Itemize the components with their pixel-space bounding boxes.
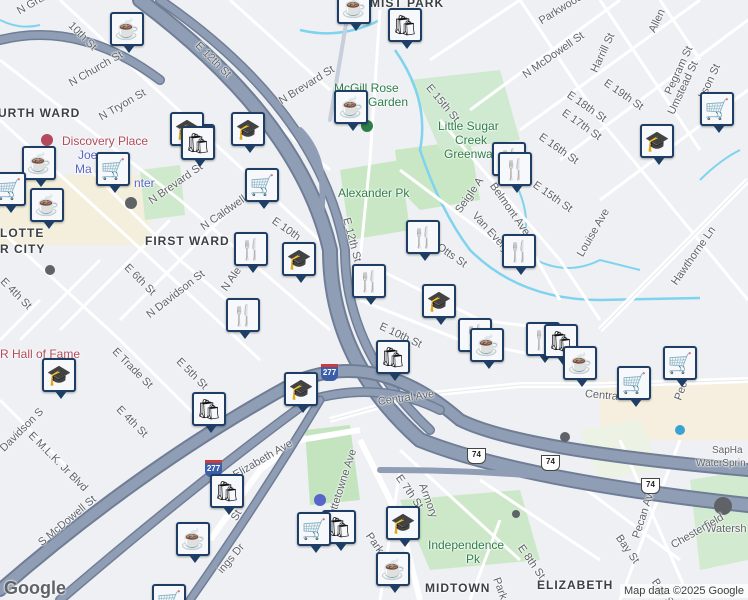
cafe-icon: ☕ bbox=[34, 194, 60, 217]
map-marker[interactable]: 🎓 bbox=[422, 284, 456, 325]
map-attribution[interactable]: Map data ©2025 Google bbox=[619, 584, 748, 598]
map-marker[interactable]: 🎓 bbox=[386, 506, 420, 547]
grocery-cart-icon: 🛒 bbox=[667, 352, 693, 375]
map-marker[interactable]: 🛍 bbox=[210, 474, 244, 515]
map-marker[interactable]: 🍴 bbox=[226, 298, 260, 339]
park-label-greenway: Greenwa bbox=[444, 147, 493, 161]
poi-label-ma: Ma bbox=[75, 162, 92, 176]
map-marker[interactable]: 🍴 bbox=[502, 234, 536, 275]
restaurant-icon: 🍴 bbox=[356, 270, 382, 293]
shopping-bag-icon: 🛍 bbox=[214, 480, 240, 503]
cafe-icon: ☕ bbox=[474, 334, 500, 357]
grocery-cart-icon: 🛒 bbox=[100, 158, 126, 181]
cafe-icon: ☕ bbox=[114, 18, 140, 41]
poi-label-joe: Joe bbox=[78, 148, 98, 162]
school-icon: 🎓 bbox=[426, 290, 452, 313]
poi-label-discovery-place[interactable]: Discovery Place bbox=[62, 134, 148, 148]
area-label-elizabeth: ELIZABETH bbox=[537, 578, 614, 592]
shopping-bag-icon: 🛍 bbox=[380, 346, 406, 369]
map-marker[interactable]: ☕ bbox=[176, 522, 210, 563]
map-marker[interactable]: 🎓 bbox=[640, 124, 674, 165]
shopping-bag-icon: 🛍 bbox=[392, 14, 418, 37]
map-marker[interactable]: 🛒 bbox=[0, 172, 26, 213]
map-marker[interactable]: 🛒 bbox=[617, 366, 651, 407]
restaurant-icon: 🍴 bbox=[410, 226, 436, 249]
cafe-icon: ☕ bbox=[338, 96, 364, 119]
cafe-icon: ☕ bbox=[26, 152, 52, 175]
poi-label-nter: nter bbox=[134, 176, 155, 190]
us-74-shield-3: 74 bbox=[641, 478, 660, 494]
map-marker[interactable]: ☕ bbox=[470, 328, 504, 369]
us-74-shield: 74 bbox=[467, 448, 486, 464]
park-label-little-sugar: Little Sugar bbox=[438, 119, 499, 133]
map-canvas[interactable]: URTH WARD FIRST WARD LOTTE R CITY MIDTOW… bbox=[0, 0, 748, 600]
school-icon: 🎓 bbox=[235, 118, 261, 141]
grocery-cart-icon: 🛒 bbox=[704, 98, 730, 121]
school-icon: 🎓 bbox=[644, 130, 670, 153]
map-marker[interactable]: 🛒 bbox=[700, 92, 734, 133]
grocery-cart-icon: 🛒 bbox=[157, 589, 182, 600]
map-marker[interactable]: 🎓 bbox=[284, 372, 318, 413]
shopping-bag-icon: 🛍 bbox=[185, 132, 211, 155]
map-marker[interactable]: ☕ bbox=[334, 90, 368, 131]
map-marker[interactable]: 🛍 bbox=[376, 340, 410, 381]
school-icon: 🎓 bbox=[286, 248, 312, 271]
restaurant-icon: 🍴 bbox=[502, 158, 528, 181]
park-label-independence: Independence bbox=[428, 538, 505, 552]
map-marker[interactable]: ☕ bbox=[337, 0, 371, 31]
area-label-fourth-ward: URTH WARD bbox=[0, 106, 81, 120]
map-marker[interactable]: 🛒 bbox=[96, 152, 130, 193]
park-label-independence-2: Pk bbox=[466, 552, 481, 566]
grocery-cart-icon: 🛒 bbox=[621, 372, 647, 395]
area-label-uptown: LOTTE bbox=[0, 226, 45, 240]
grocery-cart-icon: 🛒 bbox=[301, 518, 327, 541]
cafe-icon: ☕ bbox=[341, 0, 367, 19]
area-label-uptown-2: R CITY bbox=[0, 242, 46, 256]
map-marker[interactable]: 🛍 bbox=[192, 392, 226, 433]
map-marker[interactable]: 🛍 bbox=[388, 8, 422, 49]
park-label-mcgill-2: Garden bbox=[368, 95, 409, 109]
map-marker[interactable]: 🛒 bbox=[245, 168, 279, 209]
map-marker[interactable]: 🍴 bbox=[234, 232, 268, 273]
us-74-shield-2: 74 bbox=[541, 455, 560, 471]
poi-label-waterspring: WaterSprin bbox=[696, 458, 746, 469]
map-marker[interactable]: ☕ bbox=[30, 188, 64, 229]
map-marker[interactable]: ☕ bbox=[22, 146, 56, 187]
area-label-first-ward: FIRST WARD bbox=[145, 234, 230, 248]
map-marker[interactable]: 🎓 bbox=[42, 358, 76, 399]
cafe-icon: ☕ bbox=[180, 528, 206, 551]
map-marker[interactable]: 🛍 bbox=[181, 126, 215, 167]
grocery-cart-icon: 🛒 bbox=[0, 178, 22, 201]
park-label-alexander: Alexander Pk bbox=[338, 186, 410, 200]
map-marker[interactable]: ☕ bbox=[376, 552, 410, 593]
restaurant-icon: 🍴 bbox=[230, 304, 256, 327]
map-marker[interactable]: ☕ bbox=[110, 12, 144, 53]
map-marker[interactable]: 🎓 bbox=[282, 242, 316, 283]
cafe-icon: ☕ bbox=[567, 352, 593, 375]
map-marker[interactable]: 🍴 bbox=[352, 264, 386, 305]
restaurant-icon: 🍴 bbox=[506, 240, 532, 263]
map-marker[interactable]: 🎓 bbox=[231, 112, 265, 153]
map-marker[interactable]: 🛒 bbox=[663, 346, 697, 387]
park-label-creek: Creek bbox=[455, 133, 488, 147]
school-icon: 🎓 bbox=[390, 512, 416, 535]
cafe-icon: ☕ bbox=[380, 558, 406, 581]
map-marker[interactable]: ☕ bbox=[563, 346, 597, 387]
area-label-midtown: MIDTOWN bbox=[425, 581, 491, 595]
school-icon: 🎓 bbox=[46, 364, 72, 387]
interstate-277-shield: 277 bbox=[321, 364, 338, 381]
shopping-bag-icon: 🛍 bbox=[196, 398, 222, 421]
google-logo[interactable]: Google bbox=[4, 578, 66, 599]
restaurant-icon: 🍴 bbox=[238, 238, 264, 261]
grocery-cart-icon: 🛒 bbox=[249, 174, 275, 197]
school-icon: 🎓 bbox=[288, 378, 314, 401]
map-marker[interactable]: 🍴 bbox=[498, 152, 532, 193]
map-marker[interactable]: 🍴 bbox=[406, 220, 440, 261]
map-marker[interactable]: 🛒 bbox=[152, 584, 186, 600]
map-marker[interactable]: 🛒 bbox=[297, 512, 331, 553]
poi-label-sapha: SapHa bbox=[712, 445, 743, 456]
